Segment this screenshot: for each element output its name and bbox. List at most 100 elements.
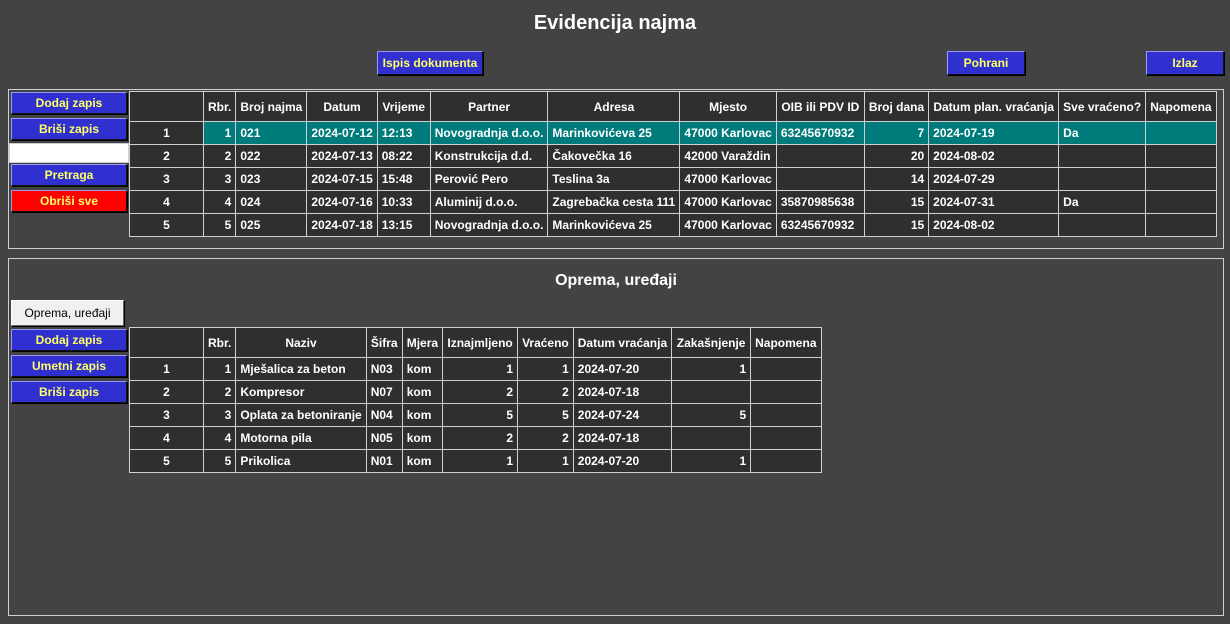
table-cell[interactable] [775,144,865,168]
table-cell[interactable]: kom [401,403,444,427]
table-cell[interactable]: 47000 Karlovac [679,121,777,145]
table-cell[interactable]: N01 [365,449,403,473]
rental-col-header[interactable]: Partner [429,91,549,122]
table-cell[interactable]: 3 [202,403,237,427]
clear-all-button[interactable]: Obriši sve [11,190,127,212]
table-cell[interactable] [671,426,752,450]
table-cell[interactable]: 2024-07-20 [572,449,673,473]
table-cell[interactable]: 2024-07-18 [306,213,378,237]
table-cell[interactable] [750,449,822,473]
table-cell[interactable] [1145,121,1217,145]
table-cell[interactable]: 021 [235,121,308,145]
rental-col-header[interactable]: Mjesto [679,91,777,122]
row-selector[interactable]: 1 [129,357,204,381]
table-cell[interactable]: Perović Pero [429,167,549,191]
table-cell[interactable] [1145,190,1217,214]
equipment-col-header[interactable]: Naziv [235,327,367,358]
table-cell[interactable] [750,380,822,404]
table-cell[interactable]: 08:22 [376,144,431,168]
table-cell[interactable]: 2024-07-31 [928,190,1060,214]
table-row[interactable]: 5 5 Prikolica N01 kom 1 1 2024-07-20 1 [129,449,822,473]
table-cell[interactable]: 1 [671,357,752,381]
rental-col-header[interactable] [129,91,204,122]
rental-col-header[interactable]: Adresa [547,91,681,122]
table-cell[interactable]: 023 [235,167,308,191]
table-cell[interactable]: 1 [517,357,574,381]
table-cell[interactable]: 3 [202,167,237,191]
row-selector[interactable]: 4 [129,426,204,450]
table-cell[interactable]: kom [401,380,444,404]
rental-delete-record-button[interactable]: Briši zapis [11,118,127,140]
equipment-col-header[interactable]: Napomena [750,327,822,358]
table-cell[interactable]: 42000 Varaždin [679,144,777,168]
table-cell[interactable]: 024 [235,190,308,214]
table-cell[interactable]: Zagrebačka cesta 111 [547,190,681,214]
table-cell[interactable]: 2024-07-29 [928,167,1060,191]
table-cell[interactable]: 47000 Karlovac [679,190,777,214]
table-cell[interactable]: 2 [517,426,574,450]
table-cell[interactable]: 15:48 [376,167,431,191]
table-cell[interactable] [1058,144,1147,168]
search-button[interactable]: Pretraga [11,164,127,186]
table-cell[interactable]: 1 [442,357,519,381]
table-cell[interactable]: 2024-07-19 [928,121,1060,145]
table-cell[interactable]: kom [401,357,444,381]
equipment-insert-record-button[interactable]: Umetni zapis [11,355,127,377]
table-cell[interactable]: Oplata za betoniranje [235,403,367,427]
print-document-button[interactable]: Ispis dokumenta [377,51,483,75]
table-cell[interactable]: Teslina 3a [547,167,681,191]
table-row[interactable]: 5 5 025 2024-07-18 13:15 Novogradnja d.o.o. Ma… [129,213,1217,237]
rental-col-header[interactable]: Napomena [1145,91,1217,122]
table-cell[interactable]: 2024-08-02 [928,213,1060,237]
table-row[interactable]: 2 2 Kompresor N07 kom 2 2 2024-07-18 [129,380,822,404]
table-cell[interactable]: 15 [863,190,930,214]
table-cell[interactable] [750,426,822,450]
table-cell[interactable]: N05 [365,426,403,450]
exit-button[interactable]: Izlaz [1146,51,1224,75]
rental-add-record-button[interactable]: Dodaj zapis [11,92,127,114]
rental-col-header[interactable]: Broj dana [863,91,930,122]
table-cell[interactable]: 2024-08-02 [928,144,1060,168]
table-cell[interactable]: N03 [365,357,403,381]
table-cell[interactable]: 15 [863,213,930,237]
table-cell[interactable]: Čakovečka 16 [547,144,681,168]
table-cell[interactable]: kom [401,449,444,473]
row-selector[interactable]: 1 [129,121,204,145]
table-row[interactable]: 3 3 023 2024-07-15 15:48 Perović Pero Teslina … [129,167,1217,191]
table-cell[interactable]: 63245670932 [775,121,865,145]
table-row[interactable]: 1 1 Mješalica za beton N03 kom 1 1 2024-07-20 1 [129,357,822,381]
table-row[interactable]: 1 1 021 2024-07-12 12:13 Novogradnja d.o.o. Ma… [129,121,1217,145]
table-cell[interactable]: Mješalica za beton [235,357,367,381]
table-cell[interactable] [775,167,865,191]
table-cell[interactable]: 2024-07-18 [572,380,673,404]
row-selector[interactable]: 2 [129,380,204,404]
search-input[interactable] [9,143,129,163]
table-cell[interactable]: kom [401,426,444,450]
table-cell[interactable]: 1 [202,121,237,145]
table-cell[interactable]: 025 [235,213,308,237]
table-cell[interactable]: 2024-07-20 [572,357,673,381]
table-cell[interactable]: Konstrukcija d.d. [429,144,549,168]
table-cell[interactable] [671,380,752,404]
row-selector[interactable]: 3 [129,167,204,191]
table-cell[interactable]: 7 [863,121,930,145]
table-cell[interactable] [1058,167,1147,191]
table-cell[interactable]: 2 [202,144,237,168]
rental-col-header[interactable]: Broj najma [235,91,308,122]
table-cell[interactable]: 1 [517,449,574,473]
table-cell[interactable]: 2024-07-18 [572,426,673,450]
table-cell[interactable]: 10:33 [376,190,431,214]
table-cell[interactable]: 022 [235,144,308,168]
table-cell[interactable]: 2 [202,380,237,404]
table-cell[interactable]: 47000 Karlovac [679,167,777,191]
table-cell[interactable] [750,403,822,427]
rental-col-header[interactable]: Vrijeme [376,91,431,122]
table-cell[interactable]: 47000 Karlovac [679,213,777,237]
equipment-col-header[interactable]: Iznajmljeno [442,327,519,358]
table-cell[interactable]: Prikolica [235,449,367,473]
table-row[interactable]: 2 2 022 2024-07-13 08:22 Konstrukcija d.d. Čak… [129,144,1217,168]
table-cell[interactable]: Kompresor [235,380,367,404]
table-cell[interactable]: Marinkovićeva 25 [547,213,681,237]
rental-col-header[interactable]: Rbr. [202,91,237,122]
equipment-col-header[interactable]: Datum vraćanja [572,327,673,358]
